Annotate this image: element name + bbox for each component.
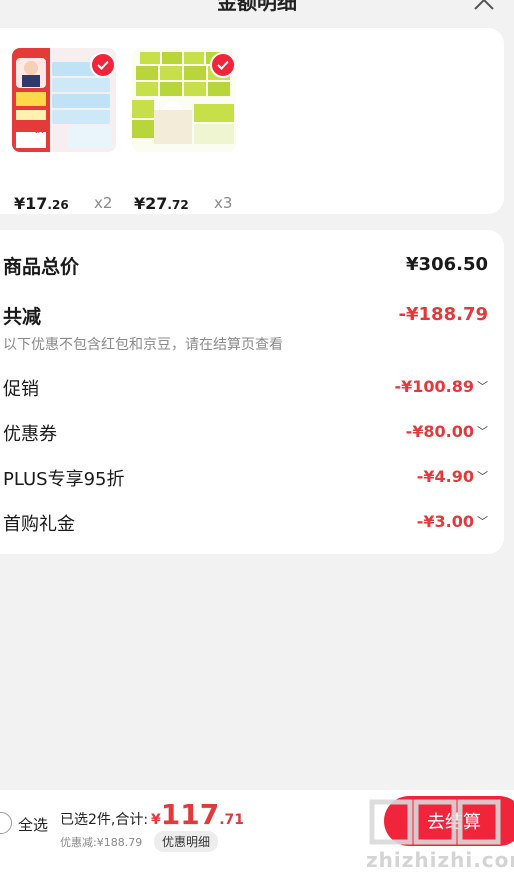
selected-count-text: 已选2件,合计: (60, 812, 149, 828)
discount-value: -¥4.90 ﹀ (416, 467, 488, 486)
product-quantity: x2 (94, 194, 113, 212)
sheet-header: 金额明细 (0, 0, 514, 24)
product-price: ¥27.72 (134, 194, 189, 213)
total-amount: ¥117.71 (151, 798, 244, 831)
discount-note: 以下优惠不包含红包和京豆，请在结算页查看 (3, 337, 283, 353)
discount-value: -¥80.00 ﹀ (405, 422, 488, 441)
page-title: 金额明细 (217, 0, 297, 14)
select-all-radio[interactable] (0, 812, 12, 834)
watermark-url: zhizhizhi.com (366, 848, 514, 872)
price-decimal: .72 (167, 198, 189, 212)
price-integer: ¥17 (14, 194, 48, 213)
discount-label: PLUS专享95折 (3, 469, 125, 490)
chevron-down-icon: ﹀ (477, 470, 488, 483)
total-currency: ¥ (151, 812, 161, 828)
total-reduce-label: 共减 (3, 306, 42, 328)
selected-check-icon[interactable] (210, 52, 236, 78)
product-quantity: x3 (214, 194, 233, 212)
product-list-card: 4.7折 ¥17.26 x2 ¥27.72 x3 (0, 28, 504, 214)
discount-label: 促销 (3, 379, 39, 400)
total-decimal: .71 (219, 812, 245, 828)
close-icon[interactable] (472, 0, 496, 12)
total-price-value: ¥306.50 (406, 254, 488, 275)
total-reduce-value: -¥188.79 (398, 304, 488, 325)
discount-detail-button[interactable]: 优惠明细 (154, 831, 219, 852)
discount-label: 优惠券 (3, 424, 57, 445)
price-decimal: .26 (47, 198, 69, 212)
select-all-label[interactable]: 全选 (18, 814, 48, 835)
total-integer: 117 (160, 798, 220, 831)
discount-value: -¥100.89 ﹀ (394, 377, 488, 396)
selected-check-icon[interactable] (90, 52, 116, 78)
checkout-button[interactable]: 去结算 (384, 796, 514, 846)
product-price: ¥17.26 (14, 194, 69, 213)
discount-summary: 优惠减:¥188.79 (60, 836, 143, 849)
price-summary-card: 商品总价 ¥306.50 共减 -¥188.79 以下优惠不包含红包和京豆，请在… (0, 230, 504, 554)
discount-value: -¥3.00 ﹀ (416, 512, 488, 531)
price-integer: ¥27 (134, 194, 168, 213)
discount-label: 首购礼金 (3, 514, 75, 535)
chevron-down-icon: ﹀ (477, 515, 488, 528)
discount-badge: 4.7折 (17, 124, 45, 135)
total-price-label: 商品总价 (3, 256, 80, 278)
chevron-down-icon: ﹀ (477, 380, 488, 393)
chevron-down-icon: ﹀ (477, 425, 488, 438)
